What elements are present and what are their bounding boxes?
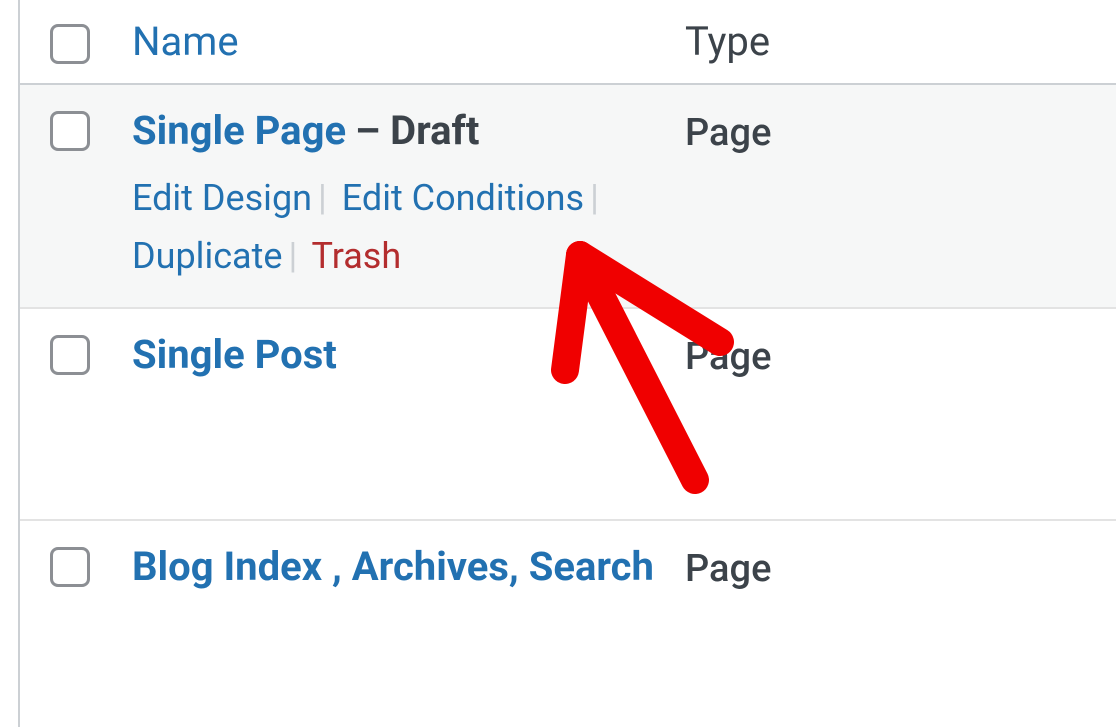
type-cell: Page bbox=[685, 107, 771, 155]
table-row: Single Post Page bbox=[20, 309, 1116, 521]
duplicate-link[interactable]: Duplicate bbox=[132, 235, 283, 277]
action-separator: | bbox=[312, 177, 333, 219]
column-header-type: Type bbox=[685, 18, 770, 65]
trash-link[interactable]: Trash bbox=[312, 235, 402, 277]
action-separator: | bbox=[283, 235, 304, 277]
row-checkbox[interactable] bbox=[50, 335, 90, 375]
type-cell: Page bbox=[685, 331, 771, 379]
name-cell: Single Page – Draft Edit Design| Edit Co… bbox=[90, 107, 685, 285]
status-separator: – bbox=[355, 107, 390, 154]
edit-design-link[interactable]: Edit Design bbox=[132, 177, 312, 219]
select-all-checkbox[interactable] bbox=[50, 24, 90, 64]
name-cell: Blog Index , Archives, Search bbox=[90, 543, 685, 590]
edit-conditions-link[interactable]: Edit Conditions bbox=[342, 177, 584, 219]
template-title-link[interactable]: Single Page bbox=[132, 107, 346, 154]
table-row: Blog Index , Archives, Search Page bbox=[20, 521, 1116, 613]
action-separator: | bbox=[584, 177, 605, 219]
row-checkbox[interactable] bbox=[50, 111, 90, 151]
table-row: Single Page – Draft Edit Design| Edit Co… bbox=[20, 85, 1116, 309]
type-cell: Page bbox=[685, 543, 771, 591]
template-title-link[interactable]: Blog Index , Archives, Search bbox=[132, 543, 654, 590]
row-actions: Edit Design| Edit Conditions| Duplicate|… bbox=[132, 170, 685, 285]
row-title-wrap: Single Page – Draft bbox=[132, 107, 685, 154]
column-header-name[interactable]: Name bbox=[90, 18, 685, 65]
template-status: Draft bbox=[390, 107, 479, 154]
template-list-table: Name Type Single Page – Draft Edit Desig… bbox=[18, 0, 1116, 727]
row-checkbox[interactable] bbox=[50, 547, 90, 587]
name-cell: Single Post bbox=[90, 331, 685, 378]
table-header-row: Name Type bbox=[20, 0, 1116, 85]
template-title-link[interactable]: Single Post bbox=[132, 331, 337, 378]
